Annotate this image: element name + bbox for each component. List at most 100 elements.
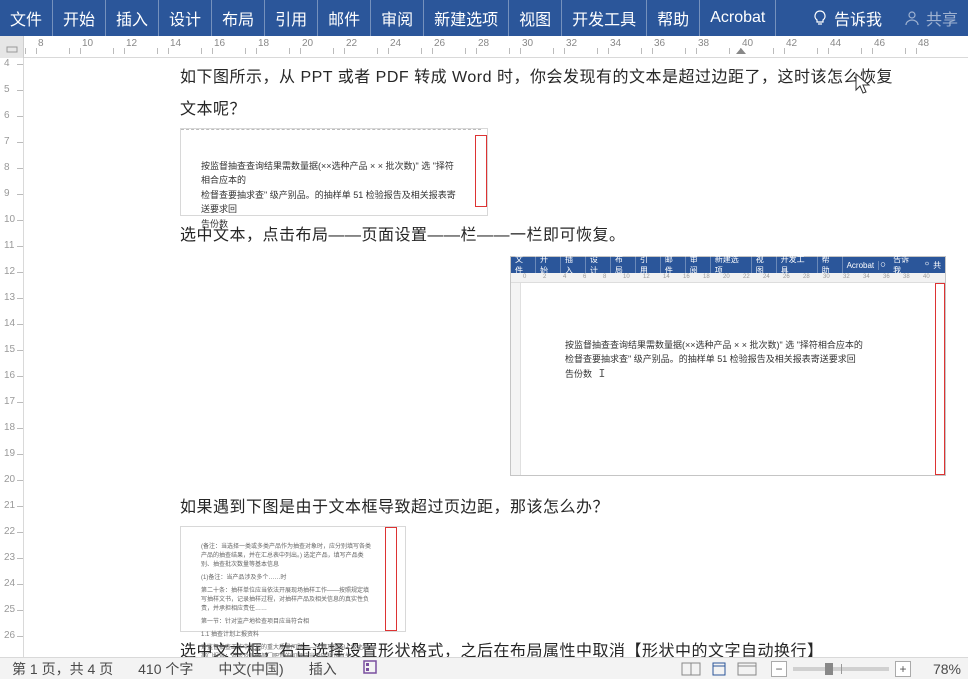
- zoom-out-button[interactable]: −: [771, 661, 787, 677]
- v-ruler-tick: 5: [0, 90, 23, 104]
- figure-text-line: (备注：当选择一类或多类产品作为抽查对象时，应分别填写各类产品的抽查结果，并在汇…: [201, 543, 371, 570]
- text-cursor-icon: I: [592, 367, 605, 380]
- v-ruler-tick: 16: [0, 376, 23, 390]
- figure-text-line: 对监督抽查工作中发现的重大质量问题——应当及时向上级主管部门报告；对涉及其他部门…: [201, 644, 371, 657]
- zoom-control: − +: [761, 661, 921, 677]
- mini-share: 共: [933, 260, 945, 271]
- tell-me-search[interactable]: 告诉我: [800, 0, 894, 36]
- figure-text-line: 第二十条：抽样单位应当依法开展现场抽样工作——按照规定填写抽样文书，记录抽样过程…: [201, 587, 371, 614]
- mini-ruler-tick: 40: [923, 274, 930, 280]
- mini-ribbon-tab: Acrobat: [843, 261, 880, 270]
- mini-ruler-tick: 22: [743, 274, 750, 280]
- share-button[interactable]: 共享: [894, 0, 968, 36]
- mini-ruler-tick: 34: [863, 274, 870, 280]
- zoom-slider-midpoint: [841, 664, 842, 674]
- ribbon-tab-开发工具[interactable]: 开发工具: [562, 0, 647, 36]
- zoom-slider[interactable]: [793, 667, 889, 671]
- view-web-layout-button[interactable]: [733, 660, 761, 678]
- status-language[interactable]: 中文(中国): [206, 659, 296, 679]
- v-ruler-tick: 18: [0, 428, 23, 442]
- ribbon-tab-新建选项[interactable]: 新建选项: [424, 0, 509, 36]
- view-print-layout-button[interactable]: [705, 660, 733, 678]
- v-ruler-tick: 6: [0, 116, 23, 130]
- ribbon-tab-视图[interactable]: 视图: [509, 0, 562, 36]
- status-bar: 第 1 页，共 4 页 410 个字 中文(中国) 插入 −: [0, 657, 968, 679]
- figure-2-mini-word: 文件开始插入设计布局引用邮件审阅新建选项视图开发工具帮助Acrobat 告诉我 …: [510, 256, 946, 476]
- figure-text-line: 第一节：针对监产地检查项目应当符合相: [201, 618, 371, 627]
- zoom-in-button[interactable]: +: [895, 661, 911, 677]
- ribbon-tab-开始[interactable]: 开始: [53, 0, 106, 36]
- overflow-highlight: [475, 135, 487, 207]
- body-paragraph: 如果遇到下图是由于文本框导致超过页边距，那该怎么办？: [180, 492, 898, 524]
- ruler-corner: [0, 36, 24, 58]
- person-icon: [923, 261, 931, 269]
- figure-3: (备注：当选择一类或多类产品作为抽查对象时，应分别填写各类产品的抽查结果，并在汇…: [180, 526, 406, 632]
- ribbon-spacer: [776, 0, 800, 36]
- ribbon-tab-引用[interactable]: 引用: [265, 0, 318, 36]
- status-survey[interactable]: [350, 659, 391, 678]
- mini-v-ruler: [511, 283, 521, 475]
- figure-1: 按监督抽查查询结果需数量据(××选种产品 × × 批次数)" 选 "择符相合应本…: [180, 128, 488, 216]
- status-insert-mode[interactable]: 插入: [297, 659, 350, 679]
- v-ruler-tick: 9: [0, 194, 23, 208]
- mini-ruler-tick: 24: [763, 274, 770, 280]
- v-ruler-tick: 12: [0, 272, 23, 286]
- read-mode-icon: [681, 662, 701, 676]
- lightbulb-icon: [879, 261, 887, 269]
- figure-text-line: (1)备注：当产品涉及多个……时: [201, 574, 371, 583]
- v-ruler-tick: 20: [0, 480, 23, 494]
- v-ruler-tick: 11: [0, 246, 23, 260]
- v-ruler-tick: 13: [0, 298, 23, 312]
- ribbon-tab-布局[interactable]: 布局: [212, 0, 265, 36]
- mini-ruler-tick: 4: [563, 274, 566, 280]
- survey-icon: [362, 659, 378, 675]
- mini-ruler-tick: 16: [683, 274, 690, 280]
- mini-ribbon: 文件开始插入设计布局引用邮件审阅新建选项视图开发工具帮助Acrobat 告诉我 …: [511, 257, 945, 273]
- v-ruler-tick: 24: [0, 584, 23, 598]
- v-ruler-tick: 19: [0, 454, 23, 468]
- mini-h-ruler: 0246810121416182022242628303234363840: [511, 273, 945, 283]
- v-ruler-tick: 23: [0, 558, 23, 572]
- ribbon-tab-插入[interactable]: 插入: [106, 0, 159, 36]
- figure-text: 按监督抽查查询结果需数量据(××选种产品 × × 批次数)" 选 "择符相合应本…: [201, 159, 461, 231]
- mini-ruler-tick: 36: [883, 274, 890, 280]
- ribbon-tab-帮助[interactable]: 帮助: [647, 0, 700, 36]
- web-layout-icon: [737, 662, 757, 676]
- view-read-mode-button[interactable]: [677, 660, 705, 678]
- mini-ruler-tick: 32: [843, 274, 850, 280]
- mini-ruler-tick: 18: [703, 274, 710, 280]
- v-ruler-tick: 26: [0, 636, 23, 650]
- ribbon-tab-文件[interactable]: 文件: [0, 0, 53, 36]
- vertical-ruler[interactable]: 4567891011121314151617181920212223242526: [0, 58, 24, 657]
- mini-ruler-tick: 28: [803, 274, 810, 280]
- zoom-percent[interactable]: 78%: [921, 661, 968, 677]
- ribbon-tab-审阅[interactable]: 审阅: [371, 0, 424, 36]
- lightbulb-icon: [812, 10, 828, 26]
- v-ruler-tick: 22: [0, 532, 23, 546]
- document-area: 4567891011121314151617181920212223242526…: [0, 58, 968, 657]
- indent-marker-right[interactable]: [736, 48, 746, 54]
- ribbon-tab-设计[interactable]: 设计: [159, 0, 212, 36]
- person-icon: [904, 10, 920, 26]
- v-ruler-tick: 14: [0, 324, 23, 338]
- zoom-slider-knob[interactable]: [825, 663, 833, 675]
- v-ruler-tick: 4: [0, 64, 23, 78]
- page-canvas[interactable]: 如下图所示，从 PPT 或者 PDF 转成 Word 时，你会发现有的文本是超过…: [24, 58, 968, 657]
- horizontal-ruler[interactable]: 8101214161820222426283032343638404244464…: [0, 36, 968, 58]
- v-ruler-tick: 7: [0, 142, 23, 156]
- page: 如下图所示，从 PPT 或者 PDF 转成 Word 时，你会发现有的文本是超过…: [30, 58, 968, 657]
- mini-ruler-tick: 30: [823, 274, 830, 280]
- tell-me-label: 告诉我: [834, 6, 882, 30]
- v-ruler-tick: 21: [0, 506, 23, 520]
- v-ruler-tick: 8: [0, 168, 23, 182]
- status-page[interactable]: 第 1 页，共 4 页: [0, 659, 126, 679]
- figure-text-line: 1.1 抽查计划上报资料: [201, 631, 371, 640]
- ribbon-tab-Acrobat[interactable]: Acrobat: [700, 0, 776, 36]
- v-ruler-tick: 17: [0, 402, 23, 416]
- print-layout-icon: [709, 662, 729, 676]
- mini-ruler-tick: 14: [663, 274, 670, 280]
- mini-ruler-tick: 2: [543, 274, 546, 280]
- status-word-count[interactable]: 410 个字: [126, 659, 206, 679]
- ribbon-tab-邮件[interactable]: 邮件: [318, 0, 371, 36]
- ribbon: 文件开始插入设计布局引用邮件审阅新建选项视图开发工具帮助Acrobat 告诉我 …: [0, 0, 968, 36]
